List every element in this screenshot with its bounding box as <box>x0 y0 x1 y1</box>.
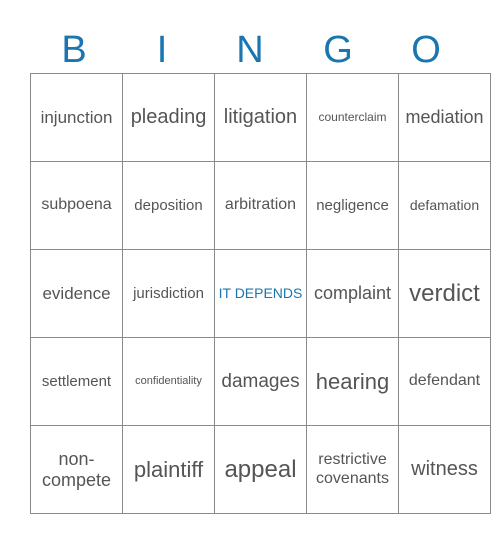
bingo-cell[interactable]: arbitration <box>214 161 307 250</box>
header-letter-n: N <box>236 29 264 71</box>
header-letter-o: O <box>411 29 441 71</box>
bingo-cell[interactable]: mediation <box>398 73 491 162</box>
grid-row: subpoena deposition arbitration negligence d… <box>30 161 491 250</box>
bingo-cell[interactable]: settlement <box>30 337 123 426</box>
bingo-cell[interactable]: injunction <box>30 73 123 162</box>
bingo-cell[interactable]: evidence <box>30 249 123 338</box>
bingo-cell[interactable]: pleading <box>122 73 215 162</box>
bingo-cell[interactable]: non-compete <box>30 425 123 514</box>
bingo-cell[interactable]: complaint <box>306 249 399 338</box>
grid-row: settlement confidentiality damages hearing d… <box>30 337 491 426</box>
free-space-cell[interactable]: IT DEPENDS <box>214 249 307 338</box>
bingo-cell[interactable]: hearing <box>306 337 399 426</box>
bingo-grid: injunction pleading litigation counterclaim… <box>30 73 491 514</box>
bingo-header: B I N G O <box>30 28 470 72</box>
bingo-cell[interactable]: negligence <box>306 161 399 250</box>
bingo-cell[interactable]: verdict <box>398 249 491 338</box>
grid-row: injunction pleading litigation counterclaim… <box>30 73 491 162</box>
bingo-cell[interactable]: confidentiality <box>122 337 215 426</box>
grid-row: non-compete plaintiff appeal restrictive co… <box>30 425 491 514</box>
bingo-cell[interactable]: witness <box>398 425 491 514</box>
bingo-cell[interactable]: appeal <box>214 425 307 514</box>
bingo-cell[interactable]: jurisdiction <box>122 249 215 338</box>
bingo-cell[interactable]: restrictive covenants <box>306 425 399 514</box>
grid-row: evidence jurisdiction IT DEPENDS complaint v… <box>30 249 491 338</box>
bingo-cell[interactable]: counterclaim <box>306 73 399 162</box>
bingo-cell[interactable]: defamation <box>398 161 491 250</box>
header-letter-g: G <box>323 29 353 71</box>
bingo-cell[interactable]: deposition <box>122 161 215 250</box>
header-letter-i: I <box>156 29 168 71</box>
bingo-cell[interactable]: damages <box>214 337 307 426</box>
bingo-cell[interactable]: defendant <box>398 337 491 426</box>
bingo-cell[interactable]: litigation <box>214 73 307 162</box>
bingo-cell[interactable]: subpoena <box>30 161 123 250</box>
header-letter-b: B <box>61 29 87 71</box>
bingo-cell[interactable]: plaintiff <box>122 425 215 514</box>
